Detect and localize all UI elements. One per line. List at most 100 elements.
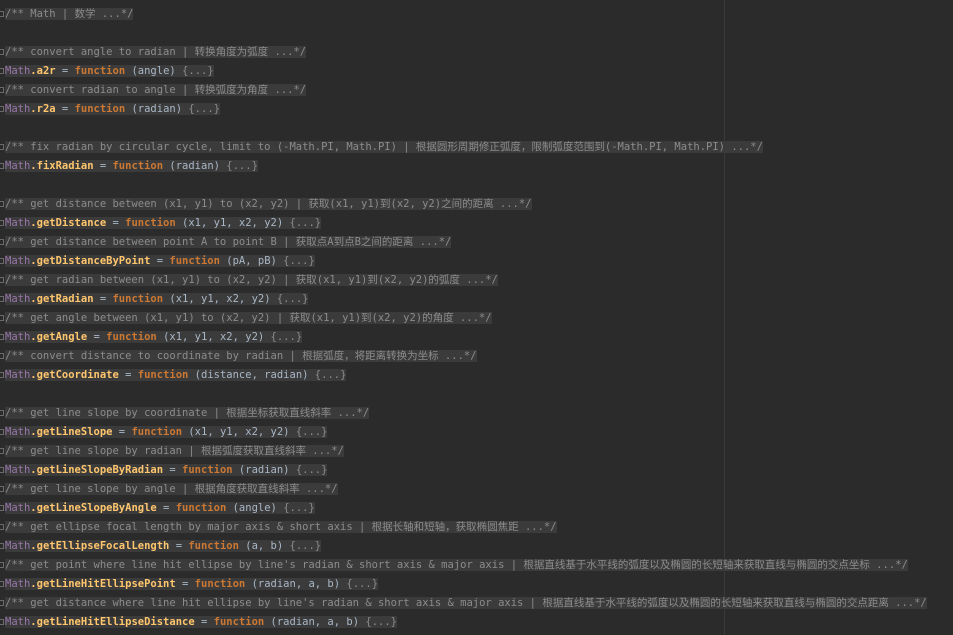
doc-comment-text[interactable]: /** get radian between (x1, y1) to (x2, …	[5, 274, 498, 286]
function-declaration-text[interactable]: Math.getEllipseFocalLength = function (a…	[5, 540, 322, 552]
fold-marker-icon[interactable]	[0, 537, 5, 556]
folded-doc-comment[interactable]: /** get distance between (x1, y1) to (x2…	[0, 195, 532, 214]
doc-comment-text[interactable]: /** Math | 数学 ...*/	[5, 8, 134, 20]
function-declaration[interactable]: Math.getAngle = function (x1, y1, x2, y2…	[0, 328, 303, 347]
function-declaration-text[interactable]: Math.getAngle = function (x1, y1, x2, y2…	[5, 331, 303, 343]
folded-doc-comment[interactable]: /** convert distance to coordinate by ra…	[0, 347, 477, 366]
fold-marker-icon[interactable]	[0, 442, 5, 461]
function-declaration-text[interactable]: Math.getLineSlope = function (x1, y1, x2…	[5, 426, 328, 438]
function-declaration-text[interactable]: Math.fixRadian = function (radian) {...}	[5, 160, 258, 172]
fold-marker-icon[interactable]	[0, 613, 5, 632]
folded-doc-comment[interactable]: /** get angle between (x1, y1) to (x2, y…	[0, 309, 492, 328]
folded-doc-comment[interactable]: /** convert angle to radian | 转换角度为弧度 ..…	[0, 43, 307, 62]
function-declaration-text[interactable]: Math.getLineHitEllipsePoint = function (…	[5, 578, 379, 590]
folded-body[interactable]: {...}	[290, 540, 322, 552]
folded-body[interactable]: {...}	[283, 255, 315, 267]
fold-marker-icon[interactable]	[0, 366, 5, 385]
folded-doc-comment[interactable]: /** convert radian to angle | 转换弧度为角度 ..…	[0, 81, 307, 100]
function-declaration-text[interactable]: Math.getLineSlopeByAngle = function (ang…	[5, 502, 315, 514]
function-declaration[interactable]: Math.getRadian = function (x1, y1, x2, y…	[0, 290, 309, 309]
function-declaration[interactable]: Math.getDistance = function (x1, y1, x2,…	[0, 214, 322, 233]
fold-marker-icon[interactable]	[0, 252, 5, 271]
doc-comment-text[interactable]: /** get line slope by coordinate | 根据坐标获…	[5, 407, 370, 419]
function-declaration[interactable]: Math.getCoordinate = function (distance,…	[0, 366, 347, 385]
doc-comment-text[interactable]: /** convert angle to radian | 转换角度为弧度 ..…	[5, 46, 307, 58]
fold-marker-icon[interactable]	[0, 480, 5, 499]
fold-marker-icon[interactable]	[0, 62, 5, 81]
fold-marker-icon[interactable]	[0, 347, 5, 366]
function-declaration[interactable]: Math.getLineSlope = function (x1, y1, x2…	[0, 423, 328, 442]
function-declaration[interactable]: Math.getEllipseFocalLength = function (a…	[0, 537, 322, 556]
doc-comment-text[interactable]: /** fix radian by circular cycle, limit …	[5, 141, 763, 153]
fold-marker-icon[interactable]	[0, 309, 5, 328]
folded-body[interactable]: {...}	[315, 369, 347, 381]
doc-comment-text[interactable]: /** get distance between (x1, y1) to (x2…	[5, 198, 532, 210]
folded-body[interactable]: {...}	[226, 160, 258, 172]
doc-comment-text[interactable]: /** get distance where line hit ellipse …	[5, 597, 927, 609]
doc-comment-text[interactable]: /** convert radian to angle | 转换弧度为角度 ..…	[5, 84, 307, 96]
fold-marker-icon[interactable]	[0, 556, 5, 575]
folded-body[interactable]: {...}	[346, 578, 378, 590]
function-declaration-text[interactable]: Math.r2a = function (radian) {...}	[5, 103, 220, 115]
fold-marker-icon[interactable]	[0, 461, 5, 480]
folded-doc-comment[interactable]: /** Math | 数学 ...*/	[0, 5, 134, 24]
doc-comment-text[interactable]: /** get line slope by radian | 根据弧度获取直线斜…	[5, 445, 344, 457]
fold-marker-icon[interactable]	[0, 138, 5, 157]
fold-marker-icon[interactable]	[0, 423, 5, 442]
folded-doc-comment[interactable]: /** get line slope by coordinate | 根据坐标获…	[0, 404, 370, 423]
function-declaration-text[interactable]: Math.getLineSlopeByRadian = function (ra…	[5, 464, 328, 476]
function-declaration-text[interactable]: Math.a2r = function (angle) {...}	[5, 65, 214, 77]
folded-body[interactable]: {...}	[365, 616, 397, 628]
folded-doc-comment[interactable]: /** get line slope by radian | 根据弧度获取直线斜…	[0, 442, 344, 461]
function-declaration[interactable]: Math.getLineSlopeByAngle = function (ang…	[0, 499, 315, 518]
fold-marker-icon[interactable]	[0, 195, 5, 214]
doc-comment-text[interactable]: /** get angle between (x1, y1) to (x2, y…	[5, 312, 492, 324]
folded-body[interactable]: {...}	[283, 502, 315, 514]
folded-doc-comment[interactable]: /** get distance where line hit ellipse …	[0, 594, 927, 613]
fold-marker-icon[interactable]	[0, 404, 5, 423]
fold-marker-icon[interactable]	[0, 43, 5, 62]
function-declaration[interactable]: Math.getDistanceByPoint = function (pA, …	[0, 252, 315, 271]
fold-marker-icon[interactable]	[0, 271, 5, 290]
folded-doc-comment[interactable]: /** get radian between (x1, y1) to (x2, …	[0, 271, 498, 290]
folded-body[interactable]: {...}	[277, 293, 309, 305]
fold-marker-icon[interactable]	[0, 499, 5, 518]
folded-body[interactable]: {...}	[271, 331, 303, 343]
doc-comment-text[interactable]: /** get point where line hit ellipse by …	[5, 559, 908, 571]
fold-marker-icon[interactable]	[0, 594, 5, 613]
folded-body[interactable]: {...}	[296, 464, 328, 476]
doc-comment-text[interactable]: /** get line slope by angle | 根据角度获取直线斜率…	[5, 483, 338, 495]
folded-body[interactable]: {...}	[188, 103, 220, 115]
code-editor[interactable]: /** Math | 数学 ...*/ /** convert angle to …	[0, 0, 953, 635]
fold-marker-icon[interactable]	[0, 100, 5, 119]
function-declaration[interactable]: Math.r2a = function (radian) {...}	[0, 100, 220, 119]
folded-doc-comment[interactable]: /** get line slope by angle | 根据角度获取直线斜率…	[0, 480, 338, 499]
function-declaration[interactable]: Math.getLineHitEllipsePoint = function (…	[0, 575, 379, 594]
folded-body[interactable]: {...}	[296, 426, 328, 438]
fold-marker-icon[interactable]	[0, 233, 5, 252]
fold-marker-icon[interactable]	[0, 5, 5, 24]
function-declaration[interactable]: Math.getLineSlopeByRadian = function (ra…	[0, 461, 328, 480]
doc-comment-text[interactable]: /** get distance between point A to poin…	[5, 236, 452, 248]
function-declaration-text[interactable]: Math.getRadian = function (x1, y1, x2, y…	[5, 293, 309, 305]
folded-body[interactable]: {...}	[182, 65, 214, 77]
function-declaration-text[interactable]: Math.getLineHitEllipseDistance = functio…	[5, 616, 397, 628]
function-declaration[interactable]: Math.a2r = function (angle) {...}	[0, 62, 214, 81]
fold-marker-icon[interactable]	[0, 575, 5, 594]
folded-doc-comment[interactable]: /** get point where line hit ellipse by …	[0, 556, 908, 575]
fold-marker-icon[interactable]	[0, 328, 5, 347]
folded-doc-comment[interactable]: /** fix radian by circular cycle, limit …	[0, 138, 763, 157]
function-declaration-text[interactable]: Math.getDistance = function (x1, y1, x2,…	[5, 217, 322, 229]
fold-marker-icon[interactable]	[0, 290, 5, 309]
function-declaration[interactable]: Math.fixRadian = function (radian) {...}	[0, 157, 258, 176]
folded-body[interactable]: {...}	[290, 217, 322, 229]
doc-comment-text[interactable]: /** get ellipse focal length by major ax…	[5, 521, 557, 533]
fold-marker-icon[interactable]	[0, 157, 5, 176]
doc-comment-text[interactable]: /** convert distance to coordinate by ra…	[5, 350, 477, 362]
fold-marker-icon[interactable]	[0, 214, 5, 233]
function-declaration-text[interactable]: Math.getDistanceByPoint = function (pA, …	[5, 255, 315, 267]
function-declaration-text[interactable]: Math.getCoordinate = function (distance,…	[5, 369, 347, 381]
fold-marker-icon[interactable]	[0, 81, 5, 100]
folded-doc-comment[interactable]: /** get distance between point A to poin…	[0, 233, 452, 252]
function-declaration[interactable]: Math.getLineHitEllipseDistance = functio…	[0, 613, 397, 632]
